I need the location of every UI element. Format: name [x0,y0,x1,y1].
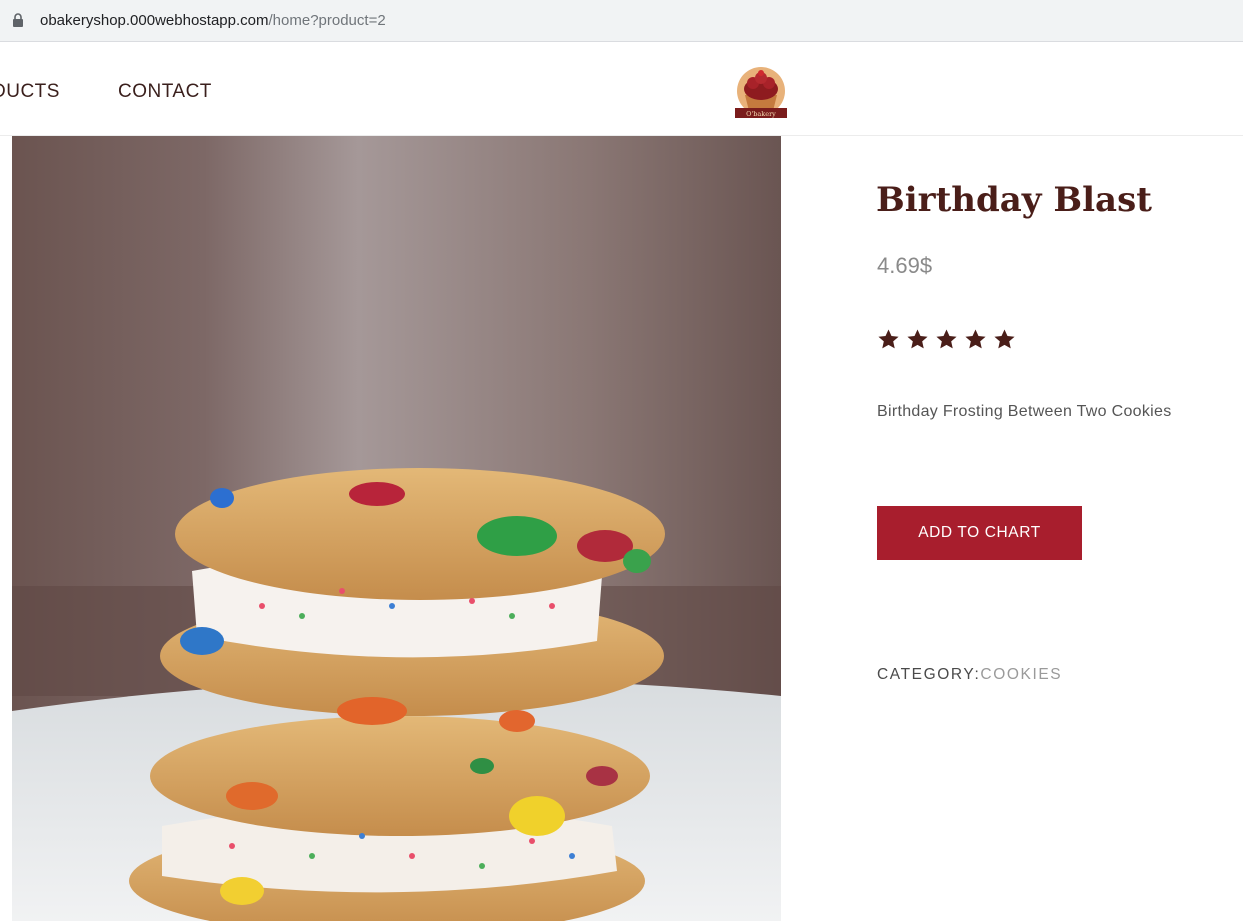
product-rating [877,328,1016,351]
logo-text: O'bakery [746,110,776,118]
star-icon [965,329,986,349]
bakery-logo[interactable]: O'bakery [731,65,791,121]
category-label: CATEGORY: [877,666,981,683]
cookie-stack-illustration [12,136,781,921]
site-header: DUCTS CONTACT O'bakery [0,43,1243,136]
star-icon [936,329,957,349]
product-category: CATEGORY:COOKIES [877,666,1062,684]
category-link-cookies[interactable]: COOKIES [980,666,1062,683]
product-description: Birthday Frosting Between Two Cookies [877,403,1172,420]
browser-address-bar[interactable]: obakeryshop.000webhostapp.com/home?produ… [0,0,1243,42]
add-to-cart-button[interactable]: ADD TO CHART [877,506,1082,560]
url-text[interactable]: obakeryshop.000webhostapp.com/home?produ… [40,12,386,29]
product-image [12,136,781,921]
product-price: 4.69$ [877,253,933,278]
url-host: obakeryshop.000webhostapp.com [40,12,269,29]
star-icon [994,329,1015,349]
star-icon [878,329,899,349]
nav-contact-link[interactable]: CONTACT [118,81,212,103]
nav-products-link[interactable]: DUCTS [0,81,60,103]
star-icon [907,329,928,349]
lock-icon [13,13,23,27]
url-path: /home?product=2 [268,12,386,29]
product-title: Birthday Blast [876,180,1152,220]
